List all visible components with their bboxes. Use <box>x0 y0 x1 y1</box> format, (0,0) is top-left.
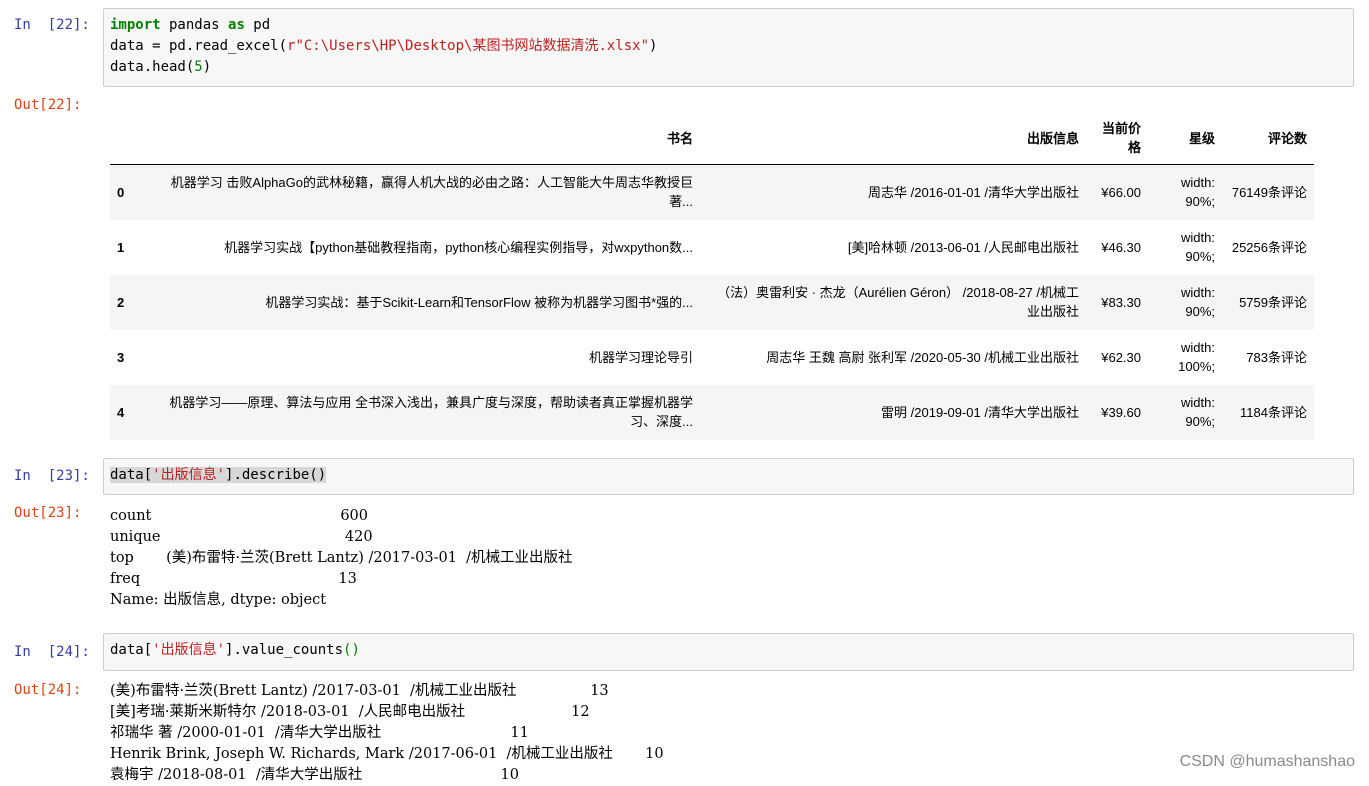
column-header: 出版信息 <box>700 112 1086 165</box>
output-line: count 600 <box>110 508 369 524</box>
number-literal: 5 <box>194 59 203 75</box>
code-text: data[ <box>110 642 153 658</box>
code-text: pd <box>244 17 271 33</box>
paren-text: () <box>343 642 360 658</box>
describe-output: count 600 unique 420 top (美)布雷特·兰茨(Brett L… <box>110 506 573 611</box>
output-line: freq 13 <box>110 571 357 587</box>
table-cell-title: 机器学习 击败AlphaGo的武林秘籍，赢得人机大战的必由之路：人工智能大牛周志… <box>170 175 693 210</box>
table-cell-title: 机器学习——原理、算法与应用 全书深入浅出，兼具广度与深度，帮助读者真正掌握机器… <box>169 395 693 429</box>
table-row: 2 机器学习实战：基于Scikit-Learn和TensorFlow 被称为机器学… <box>110 274 1314 330</box>
table-row: 4 机器学习——原理、算法与应用 全书深入浅出，兼具广度与深度，帮助读者真正掌握机… <box>110 384 1314 440</box>
table-cell-comments: 5759条评论 <box>1239 294 1307 310</box>
row-index: 0 <box>117 184 125 200</box>
column-header: 星级 <box>1148 112 1222 165</box>
code-text: ].describe() <box>225 467 327 483</box>
table-row: 0 机器学习 击败AlphaGo的武林秘籍，赢得人机大战的必由之路：人工智能大牛周… <box>110 164 1314 220</box>
output-line: (美)布雷特·兰茨(Brett Lantz) /2017-03-01 /机械工业… <box>110 683 609 699</box>
table-cell-star: width: 90%; <box>1181 230 1215 264</box>
code-text: ) <box>649 38 658 54</box>
table-cell-title: 机器学习实战【python基础教程指南，python核心编程实例指导，对wxpy… <box>224 239 693 255</box>
row-index: 1 <box>117 239 125 255</box>
table-cell-pub: 周志华 王魏 高尉 张利军 /2020-05-30 /机械工业出版社 <box>766 349 1079 365</box>
input-prompt: In [23]: <box>14 468 90 484</box>
row-index: 4 <box>117 404 125 420</box>
input-prompt: In [24]: <box>14 644 90 660</box>
column-header: 评论数 <box>1222 112 1314 165</box>
table-row: 1 机器学习实战【python基础教程指南，python核心编程实例指导，对wxp… <box>110 219 1314 275</box>
table-header-row: 书名 出版信息 当前价格 星级 评论数 <box>110 112 1314 165</box>
table-row: 3 机器学习理论导引 周志华 王魏 高尉 张利军 /2020-05-30 /机械工业… <box>110 329 1314 385</box>
string-literal: '出版信息' <box>152 467 226 483</box>
table-cell-comments: 25256条评论 <box>1231 239 1307 255</box>
table-cell-comments: 783条评论 <box>1246 349 1307 365</box>
table-cell-comments: 1184条评论 <box>1240 404 1307 420</box>
column-header <box>110 112 146 165</box>
table-cell-pub: 雷明 /2019-09-01 /清华大学出版社 <box>881 404 1079 420</box>
output-prompt: Out[23]: <box>14 505 82 521</box>
table-cell-price: ¥62.30 <box>1101 349 1141 365</box>
column-header: 书名 <box>146 112 700 165</box>
table-cell-star: width: 90%; <box>1181 285 1215 319</box>
code-text: ].value_counts <box>225 642 344 658</box>
keyword: as <box>228 17 245 33</box>
output-line: [美]考瑞·莱斯米斯特尔 /2018-03-01 /人民邮电出版社 12 <box>110 704 590 720</box>
output-line: Name: 出版信息, dtype: object <box>110 592 327 608</box>
table-cell-price: ¥83.30 <box>1101 294 1141 310</box>
output-prompt: Out[24]: <box>14 682 82 698</box>
dataframe-output: 书名 出版信息 当前价格 星级 评论数 0 机器学习 击败AlphaGo的武林秘籍… <box>110 112 1314 440</box>
code-editor[interactable]: data['出版信息'].value_counts() <box>103 633 1354 671</box>
code-editor[interactable]: import pandas as pd data = pd.read_excel… <box>103 8 1354 87</box>
row-index: 2 <box>117 294 125 310</box>
output-line: Henrik Brink, Joseph W. Richards, Mark /… <box>110 746 664 762</box>
table-cell-comments: 76149条评论 <box>1231 184 1307 200</box>
dataframe-table: 书名 出版信息 当前价格 星级 评论数 0 机器学习 击败AlphaGo的武林秘籍… <box>110 112 1314 440</box>
table-cell-star: width: 90%; <box>1181 175 1215 210</box>
table-cell-star: width: 100%; <box>1178 340 1215 374</box>
code-text: data = pd.read_excel( <box>110 38 288 54</box>
table-cell-pub: （法）奥雷利安 · 杰龙（Aurélien Géron） /2018-08-27… <box>717 285 1079 319</box>
table-cell-star: width: 90%; <box>1181 395 1215 429</box>
code-text: pandas <box>160 17 229 33</box>
table-cell-pub: 周志华 /2016-01-01 /清华大学出版社 <box>868 184 1079 200</box>
watermark: CSDN @humashanshao <box>1179 753 1355 770</box>
table-cell-price: ¥46.30 <box>1101 239 1141 255</box>
output-line: unique 420 <box>110 529 373 545</box>
code-editor[interactable]: data['出版信息'].describe() <box>103 458 1354 495</box>
value-counts-output: (美)布雷特·兰茨(Brett Lantz) /2017-03-01 /机械工业… <box>110 681 664 786</box>
input-prompt: In [22]: <box>14 17 90 33</box>
string-literal: '出版信息' <box>152 642 226 658</box>
output-prompt: Out[22]: <box>14 97 82 113</box>
table-cell-pub: [美]哈林顿 /2013-06-01 /人民邮电出版社 <box>847 239 1079 255</box>
output-line: 袁梅宇 /2018-08-01 /清华大学出版社 10 <box>110 767 519 783</box>
table-cell-title: 机器学习实战：基于Scikit-Learn和TensorFlow 被称为机器学习… <box>265 294 693 310</box>
code-text: ) <box>202 59 212 75</box>
table-cell-price: ¥39.60 <box>1101 404 1141 420</box>
output-line: top (美)布雷特·兰茨(Brett Lantz) /2017-03-01 /… <box>110 550 573 566</box>
output-line: 祁瑞华 著 /2000-01-01 /清华大学出版社 11 <box>110 725 529 741</box>
string-literal: r"C:\Users\HP\Desktop\某图书网站数据清洗.xlsx" <box>287 38 650 54</box>
column-header: 当前价格 <box>1086 112 1148 165</box>
code-text: data[ <box>110 467 153 483</box>
row-index: 3 <box>117 349 125 365</box>
keyword: import <box>110 17 161 33</box>
table-cell-price: ¥66.00 <box>1101 184 1141 200</box>
table-cell-title: 机器学习理论导引 <box>588 349 693 365</box>
code-text: data.head( <box>110 59 195 75</box>
